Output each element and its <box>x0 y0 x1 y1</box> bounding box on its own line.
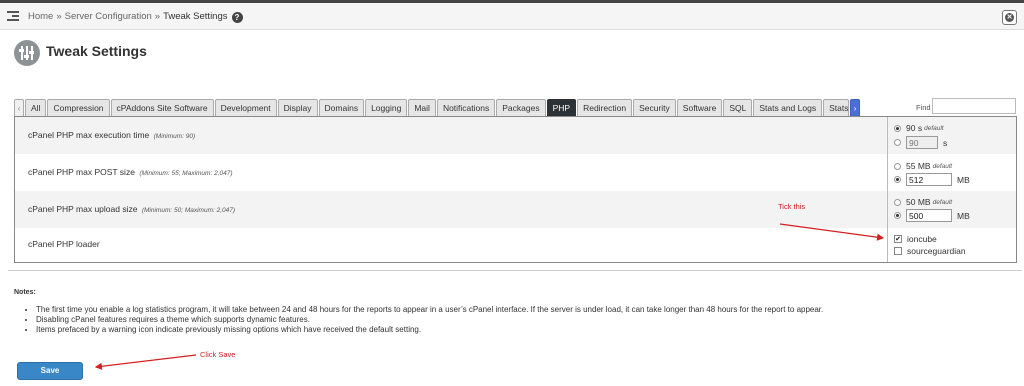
annotation-click-save: Click Save <box>200 350 236 359</box>
settings-table: cPanel PHP max execution time (Minimum: … <box>14 116 1017 263</box>
note-item: Disabling cPanel features requires a the… <box>36 315 823 325</box>
setting-row-php-loader: cPanel PHP loader ✔ ioncube sourceguardi… <box>15 228 1016 262</box>
custom-option[interactable]: MB <box>894 173 970 186</box>
tab-security[interactable]: Security <box>633 99 676 116</box>
default-option[interactable]: 90 s default <box>894 123 944 133</box>
question-circle-icon[interactable]: ? <box>231 12 243 23</box>
custom-option[interactable]: MB <box>894 209 970 222</box>
sourceguardian-option[interactable]: sourceguardian <box>894 246 966 256</box>
ioncube-option[interactable]: ✔ ioncube <box>894 234 937 244</box>
setting-row-max-upload-size: cPanel PHP max upload size (Minimum: 50;… <box>15 191 1016 228</box>
setting-label: cPanel PHP max POST size <box>28 167 135 177</box>
tabs-scroll-right-button[interactable]: › <box>850 99 861 116</box>
custom-radio[interactable] <box>894 176 901 183</box>
save-button[interactable]: Save <box>17 362 83 380</box>
setting-label: cPanel PHP max upload size <box>28 204 138 214</box>
notes-title: Notes: <box>14 289 36 296</box>
tab-software[interactable]: Software <box>676 99 723 116</box>
tab-all[interactable]: All <box>25 99 47 116</box>
default-tag: default <box>932 198 953 206</box>
close-icon: ✕ <box>1005 13 1014 22</box>
tab-php[interactable]: PHP <box>546 99 577 116</box>
ioncube-checkbox[interactable]: ✔ <box>894 235 902 243</box>
setting-hint: (Minimum: 90) <box>153 133 196 140</box>
setting-hint: (Minimum: 55; Maximum: 2,047) <box>139 170 233 177</box>
notes-list: The first time you enable a log statisti… <box>24 305 823 335</box>
setting-hint: (Minimum: 50; Maximum: 2,047) <box>141 207 236 214</box>
note-item: The first time you enable a log statisti… <box>36 305 823 315</box>
setting-options: 90 s default s <box>887 117 1017 154</box>
default-radio[interactable] <box>894 198 901 206</box>
arrow-to-save <box>94 354 197 370</box>
breadcrumb-server-configuration[interactable]: Server Configuration <box>65 11 152 22</box>
setting-label: cPanel PHP loader <box>28 239 100 249</box>
tab-logging[interactable]: Logging <box>365 99 408 116</box>
sourceguardian-checkbox[interactable] <box>894 247 902 255</box>
sliders-icon <box>14 40 40 66</box>
note-item: Items prefaced by a warning icon indicat… <box>36 325 823 335</box>
custom-radio[interactable] <box>894 212 901 219</box>
find-input[interactable] <box>932 98 1016 114</box>
setting-options: 50 MB default MB <box>887 191 1017 228</box>
setting-options: 55 MB default MB <box>887 154 1017 191</box>
default-tag: default <box>932 162 953 170</box>
top-bar: Home» Server Configuration» Tweak Settings… <box>0 0 1024 30</box>
setting-label: cPanel PHP max execution time <box>28 130 150 140</box>
tab-notifications[interactable]: Notifications <box>436 99 496 116</box>
menu-icon[interactable] <box>7 11 19 21</box>
setting-options: ✔ ioncube sourceguardian <box>887 228 1017 262</box>
tabs-scroll-left-button[interactable]: ‹ <box>14 99 24 116</box>
tab-cpaddons-site-software[interactable]: cPAddons Site Software <box>110 99 214 116</box>
breadcrumb: Home» Server Configuration» Tweak Settings… <box>28 11 243 23</box>
page-title: Tweak Settings <box>46 43 147 59</box>
custom-option[interactable]: s <box>894 136 947 149</box>
custom-radio[interactable] <box>894 139 901 146</box>
tab-mail[interactable]: Mail <box>408 99 436 116</box>
default-radio[interactable] <box>894 162 901 170</box>
custom-value-input[interactable] <box>906 173 952 186</box>
tab-redirection[interactable]: Redirection <box>577 99 633 116</box>
setting-row-max-post-size: cPanel PHP max POST size (Minimum: 55; M… <box>15 154 1016 191</box>
breadcrumb-home[interactable]: Home <box>28 11 53 22</box>
default-option[interactable]: 55 MB default <box>894 161 952 171</box>
tab-compression[interactable]: Compression <box>47 99 110 116</box>
tab-display[interactable]: Display <box>277 99 318 116</box>
divider <box>8 270 1022 271</box>
tab-stats-and-logs[interactable]: Stats and Logs <box>753 99 823 116</box>
custom-value-input[interactable] <box>906 136 938 149</box>
custom-value-input[interactable] <box>906 209 952 222</box>
breadcrumb-separator: » <box>56 11 62 22</box>
annotation-tick-this: Tick this <box>778 202 806 211</box>
category-tabs: ‹ All Compression cPAddons Site Software… <box>14 99 861 116</box>
find-label: Find <box>916 103 931 112</box>
default-option[interactable]: 50 MB default <box>894 197 952 207</box>
breadcrumb-current: Tweak Settings <box>163 11 228 22</box>
breadcrumb-separator: » <box>154 11 161 22</box>
tab-sql[interactable]: SQL <box>723 99 753 116</box>
tab-stats[interactable]: Stats <box>823 99 850 116</box>
tab-domains[interactable]: Domains <box>318 99 365 116</box>
setting-row-max-execution-time: cPanel PHP max execution time (Minimum: … <box>15 117 1016 154</box>
default-tag: default <box>924 124 944 132</box>
default-radio[interactable] <box>894 124 901 132</box>
tab-development[interactable]: Development <box>214 99 277 116</box>
close-button[interactable]: ✕ <box>1002 10 1017 25</box>
tab-packages[interactable]: Packages <box>496 99 546 116</box>
